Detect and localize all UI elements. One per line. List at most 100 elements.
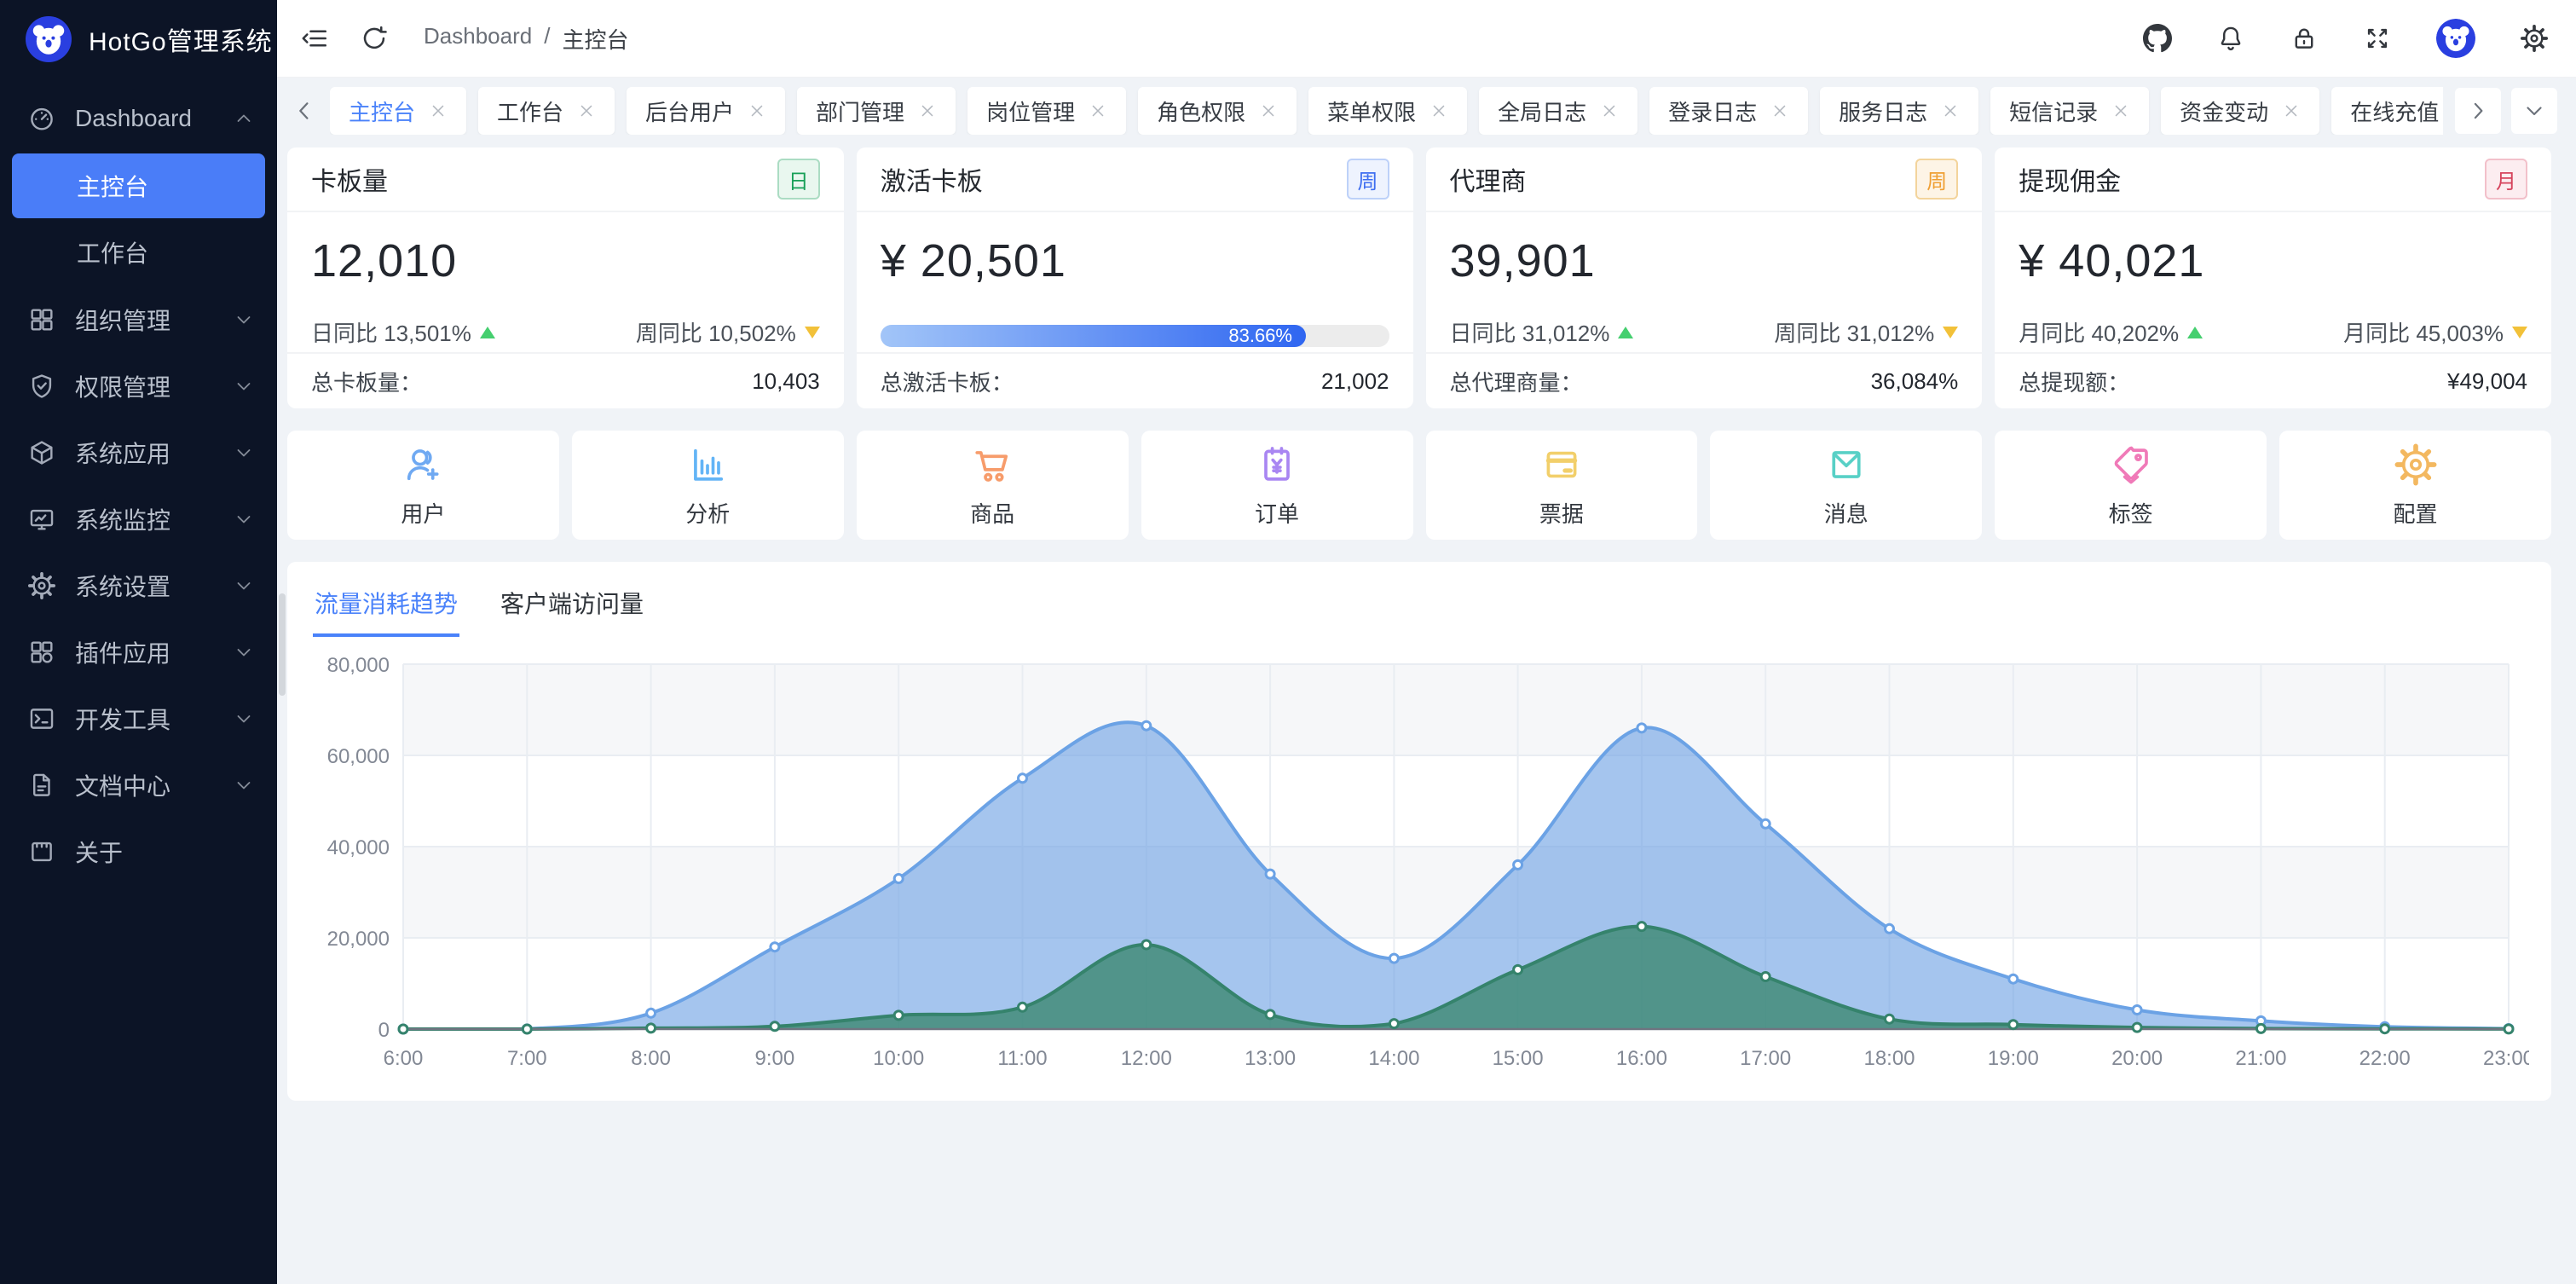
sidebar-item-系统监控[interactable]: 系统监控: [0, 486, 277, 552]
stat-sub-月同比: 月同比 40,202%: [2019, 316, 2203, 348]
lock-icon[interactable]: [2290, 24, 2319, 53]
tab-label: 部门管理: [816, 95, 904, 127]
stat-card-body: 39,901日同比 31,012%周同比 31,012%: [1426, 212, 1983, 352]
tab-部门管理[interactable]: 部门管理: [797, 87, 956, 135]
shortcut-标签[interactable]: 标签: [1995, 431, 2267, 540]
sidebar-item-插件应用[interactable]: 插件应用: [0, 619, 277, 685]
sidebar-item-工作台[interactable]: 工作台: [12, 220, 265, 285]
avatar[interactable]: [2436, 19, 2475, 58]
stat-card-激活卡板: 激活卡板周¥ 20,50183.66%总激活卡板：21,002: [857, 147, 1413, 408]
stat-value: 12,010: [311, 234, 820, 287]
stat-card-footer: 总提现额：¥49,004: [1995, 352, 2551, 408]
chart-tabs: 流量消耗趋势客户端访问量: [309, 577, 2529, 637]
shortcut-商品[interactable]: 商品: [857, 431, 1129, 540]
svg-text:60,000: 60,000: [327, 745, 390, 768]
scrollbar-thumb[interactable]: [279, 593, 286, 696]
footer-value: 21,002: [1321, 368, 1389, 395]
stat-sub-月同比: 月同比 45,003%: [2343, 316, 2527, 348]
sidebar-item-开发工具[interactable]: 开发工具: [0, 685, 277, 752]
shortcut-label: 标签: [2109, 497, 2153, 529]
period-badge[interactable]: 周: [1915, 159, 1958, 200]
sidebar-item-主控台[interactable]: 主控台: [12, 153, 265, 218]
sidebar-item-关于[interactable]: 关于: [0, 818, 277, 885]
period-badge[interactable]: 月: [2485, 159, 2527, 200]
close-icon[interactable]: [918, 101, 937, 120]
stat-card-title: 代理商: [1450, 160, 1527, 198]
svg-text:19:00: 19:00: [1988, 1047, 2039, 1070]
shortcut-分析[interactable]: 分析: [572, 431, 844, 540]
tab-全局日志[interactable]: 全局日志: [1479, 87, 1637, 135]
tab-短信记录[interactable]: 短信记录: [1990, 87, 2149, 135]
tab-登录日志[interactable]: 登录日志: [1649, 87, 1808, 135]
close-icon[interactable]: [748, 101, 766, 120]
shortcut-label: 消息: [1824, 497, 1868, 529]
shortcut-用户[interactable]: 用户: [287, 431, 559, 540]
bell-icon[interactable]: [2216, 24, 2245, 53]
breadcrumb-root[interactable]: Dashboard: [424, 23, 532, 55]
chevron-down-icon: [233, 708, 255, 730]
close-icon[interactable]: [429, 101, 448, 120]
close-icon[interactable]: [1941, 101, 1960, 120]
chevron-down-icon: [233, 375, 255, 397]
tabs-dropdown-button[interactable]: [2511, 88, 2557, 134]
ticket-card-icon: [1539, 442, 1584, 487]
close-icon[interactable]: [1259, 101, 1278, 120]
period-badge[interactable]: 周: [1347, 159, 1389, 200]
stat-card-title: 卡板量: [311, 160, 388, 198]
close-icon[interactable]: [1430, 101, 1448, 120]
close-icon[interactable]: [2282, 101, 2301, 120]
sidebar-item-label: 关于: [75, 835, 255, 869]
sidebar-item-label: 文档中心: [75, 768, 233, 802]
chart-tab-流量消耗趋势[interactable]: 流量消耗趋势: [313, 577, 459, 637]
gear-icon[interactable]: [2520, 24, 2549, 53]
app-logo[interactable]: HotGo管理系统: [0, 0, 277, 78]
tab-岗位管理[interactable]: 岗位管理: [967, 87, 1126, 135]
sidebar-item-权限管理[interactable]: 权限管理: [0, 353, 277, 419]
tab-资金变动[interactable]: 资金变动: [2161, 87, 2319, 135]
stat-card-title: 提现佣金: [2019, 160, 2121, 198]
tab-label: 角色权限: [1157, 95, 1245, 127]
sidebar-item-文档中心[interactable]: 文档中心: [0, 752, 277, 818]
tab-工作台[interactable]: 工作台: [478, 87, 615, 135]
tab-菜单权限[interactable]: 菜单权限: [1308, 87, 1467, 135]
tab-后台用户[interactable]: 后台用户: [627, 87, 785, 135]
menu-fold-icon[interactable]: [299, 23, 330, 54]
fullscreen-icon[interactable]: [2363, 24, 2392, 53]
stat-sub-周同比: 周同比 31,012%: [1774, 316, 1958, 348]
shortcut-消息[interactable]: 消息: [1710, 431, 1982, 540]
sidebar-item-组织管理[interactable]: 组织管理: [0, 286, 277, 353]
stat-sub-日同比: 日同比 13,501%: [311, 316, 495, 348]
shortcut-配置[interactable]: 配置: [2279, 431, 2551, 540]
shortcut-订单[interactable]: 订单: [1141, 431, 1413, 540]
tab-label: 全局日志: [1498, 95, 1586, 127]
close-icon[interactable]: [2111, 101, 2130, 120]
trend-down-icon: [805, 327, 820, 338]
close-icon[interactable]: [1770, 101, 1789, 120]
tab-主控台[interactable]: 主控台: [330, 87, 466, 135]
stat-sub-text: 日同比 31,012%: [1450, 316, 1610, 348]
close-icon[interactable]: [1089, 101, 1107, 120]
sidebar-item-系统设置[interactable]: 系统设置: [0, 552, 277, 619]
period-badge[interactable]: 日: [777, 159, 820, 200]
shortcut-票据[interactable]: 票据: [1426, 431, 1698, 540]
sidebar-item-Dashboard[interactable]: Dashboard: [0, 85, 277, 152]
tab-服务日志[interactable]: 服务日志: [1820, 87, 1978, 135]
sidebar-item-label: 系统应用: [75, 436, 233, 470]
tab-label: 登录日志: [1668, 95, 1757, 127]
tabs-scroll-right-button[interactable]: [2455, 88, 2501, 134]
chevron-down-icon: [233, 774, 255, 796]
shield-check-icon: [27, 372, 56, 401]
close-icon[interactable]: [1600, 101, 1619, 120]
refresh-icon[interactable]: [359, 23, 390, 54]
tabs-scroll-left-button[interactable]: [291, 97, 318, 124]
close-icon[interactable]: [577, 101, 596, 120]
sidebar-item-系统应用[interactable]: 系统应用: [0, 419, 277, 486]
tab-label: 主控台: [349, 95, 415, 127]
github-icon[interactable]: [2143, 24, 2172, 53]
chart-tab-客户端访问量[interactable]: 客户端访问量: [499, 577, 645, 637]
tab-在线充值[interactable]: 在线充值: [2331, 87, 2443, 135]
tab-角色权限[interactable]: 角色权限: [1138, 87, 1297, 135]
stat-card-footer: 总代理商量：36,084%: [1426, 352, 1983, 408]
stat-sub-text: 周同比 10,502%: [636, 316, 796, 348]
org-grid-icon: [27, 305, 56, 334]
